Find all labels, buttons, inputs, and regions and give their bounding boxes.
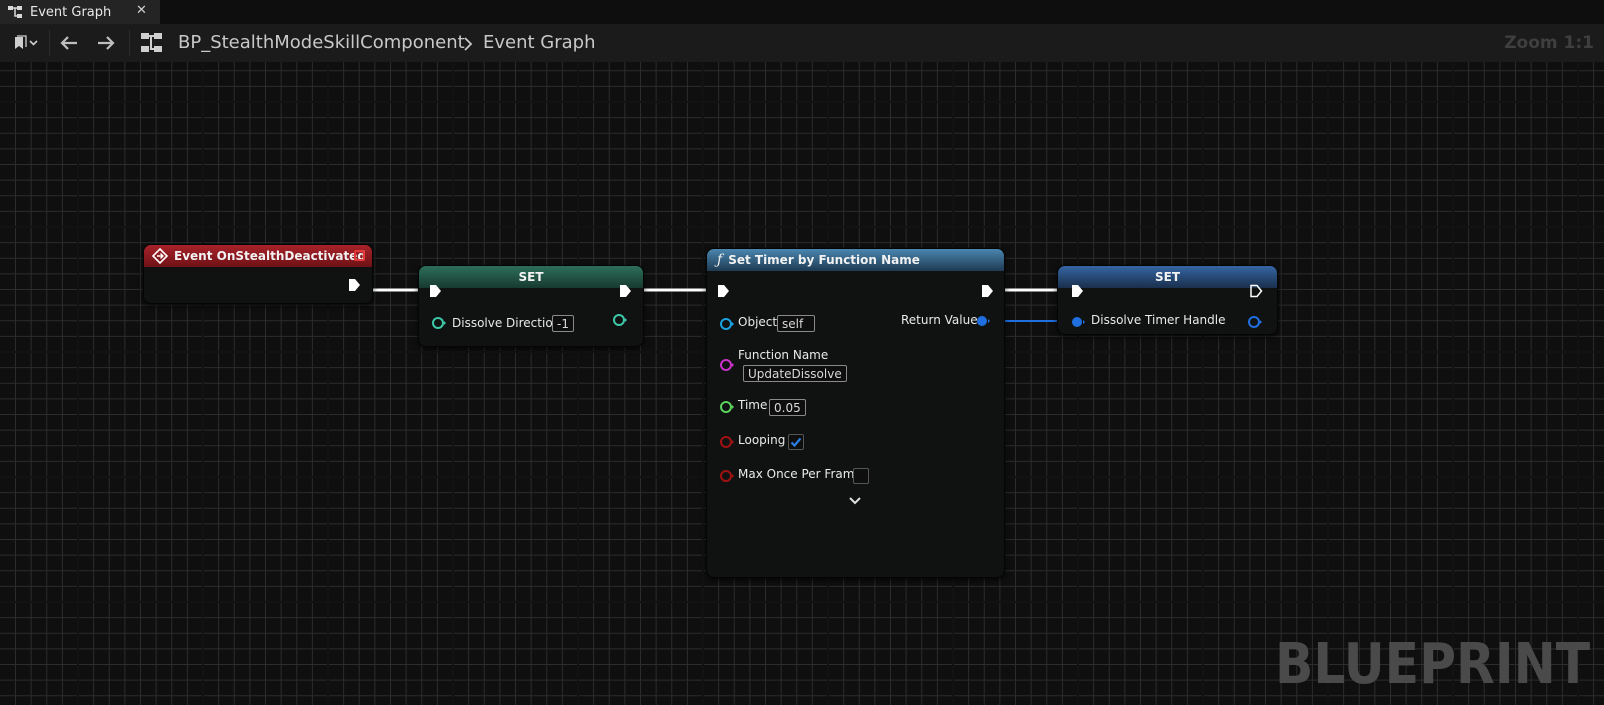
function-icon: ƒ: [717, 252, 723, 268]
set-node-title: SET: [518, 270, 544, 284]
set-node-header: SET: [1058, 266, 1277, 288]
checkmark-icon: [790, 437, 802, 448]
arrow-right-icon: [98, 36, 115, 50]
looping-label: Looping: [738, 433, 786, 447]
set-node-header: SET: [419, 266, 643, 288]
set-node-title: SET: [1154, 270, 1181, 284]
graph-toolbar: BP_StealthModeSkillComponent Event Graph…: [0, 24, 1604, 62]
graph-icon: [141, 33, 162, 52]
arrow-left-icon: [60, 36, 77, 50]
back-button[interactable]: [55, 24, 83, 62]
max-once-in-pin[interactable]: [719, 469, 735, 483]
event-node-title: Event OnStealthDeactivated: [174, 249, 366, 263]
set-timer-header: ƒ Set Timer by Function Name: [707, 249, 1004, 271]
chevron-right-icon: [464, 37, 473, 51]
set-dissolve-direction-node[interactable]: SET Dissolve Direction -1: [418, 265, 644, 347]
toolbar-separator: [129, 30, 130, 56]
set-timer-title: Set Timer by Function Name: [728, 253, 920, 267]
float-in-pin[interactable]: [431, 316, 447, 330]
chevron-down-icon[interactable]: [848, 495, 862, 507]
graph-canvas[interactable]: Event OnStealthDeactivated SET Dissolve …: [0, 62, 1604, 705]
time-label: Time: [738, 398, 768, 412]
exec-in-pin[interactable]: [428, 284, 442, 298]
close-tab-icon[interactable]: ✕: [136, 3, 147, 18]
tab-label: Event Graph: [30, 4, 112, 20]
handle-in-pin[interactable]: [1070, 315, 1086, 329]
dissolve-direction-label: Dissolve Direction: [452, 316, 561, 330]
exec-in-pin[interactable]: [1070, 284, 1084, 298]
breadcrumb-blueprint[interactable]: BP_StealthModeSkillComponent: [178, 32, 465, 53]
name-in-pin[interactable]: [719, 358, 735, 372]
function-name-input[interactable]: UpdateDissolve: [743, 365, 847, 382]
time-input[interactable]: 0.05: [769, 399, 806, 416]
object-in-pin[interactable]: [719, 317, 735, 331]
dissolve-timer-handle-label: Dissolve Timer Handle: [1091, 313, 1226, 327]
exec-out-pin[interactable]: [980, 284, 994, 298]
looping-checkbox[interactable]: [788, 434, 804, 450]
return-value-pin[interactable]: [975, 314, 991, 328]
function-name-label: Function Name: [738, 348, 829, 362]
return-value-label: Return Value: [901, 313, 978, 327]
set-dissolve-timer-handle-node[interactable]: SET Dissolve Timer Handle: [1057, 265, 1278, 335]
forward-button[interactable]: [92, 24, 120, 62]
tab-event-graph[interactable]: Event Graph ✕: [0, 0, 160, 24]
max-once-label: Max Once Per Frame: [738, 467, 862, 481]
max-once-checkbox[interactable]: [853, 468, 869, 484]
exec-out-pin[interactable]: [1249, 284, 1263, 298]
delegate-pin-icon[interactable]: [354, 250, 365, 261]
exec-out-pin[interactable]: [618, 284, 632, 298]
float-out-pin[interactable]: [612, 313, 628, 327]
toolbar-separator: [49, 30, 50, 56]
bookmark-dropdown-button[interactable]: [4, 24, 44, 62]
object-input[interactable]: self: [777, 315, 815, 332]
exec-out-pin[interactable]: [347, 278, 361, 292]
event-node-header: Event OnStealthDeactivated: [144, 245, 372, 267]
handle-out-pin[interactable]: [1247, 315, 1263, 329]
blueprint-graph-button[interactable]: [138, 24, 166, 62]
tab-strip: Event Graph ✕: [0, 0, 1604, 24]
event-icon: [152, 248, 168, 264]
looping-in-pin[interactable]: [719, 435, 735, 449]
event-node[interactable]: Event OnStealthDeactivated: [143, 244, 373, 304]
set-timer-node[interactable]: ƒ Set Timer by Function Name Object self…: [706, 248, 1005, 578]
blueprint-watermark: BLUEPRINT: [1274, 632, 1590, 697]
breadcrumb-graph: Event Graph: [483, 32, 596, 53]
dissolve-direction-input[interactable]: -1: [552, 315, 574, 332]
zoom-level: Zoom 1:1: [1504, 33, 1594, 53]
time-in-pin[interactable]: [719, 400, 735, 414]
graph-icon: [8, 6, 22, 18]
bookmark-icon: [15, 35, 38, 49]
exec-in-pin[interactable]: [716, 284, 730, 298]
object-label: Object: [738, 315, 778, 329]
